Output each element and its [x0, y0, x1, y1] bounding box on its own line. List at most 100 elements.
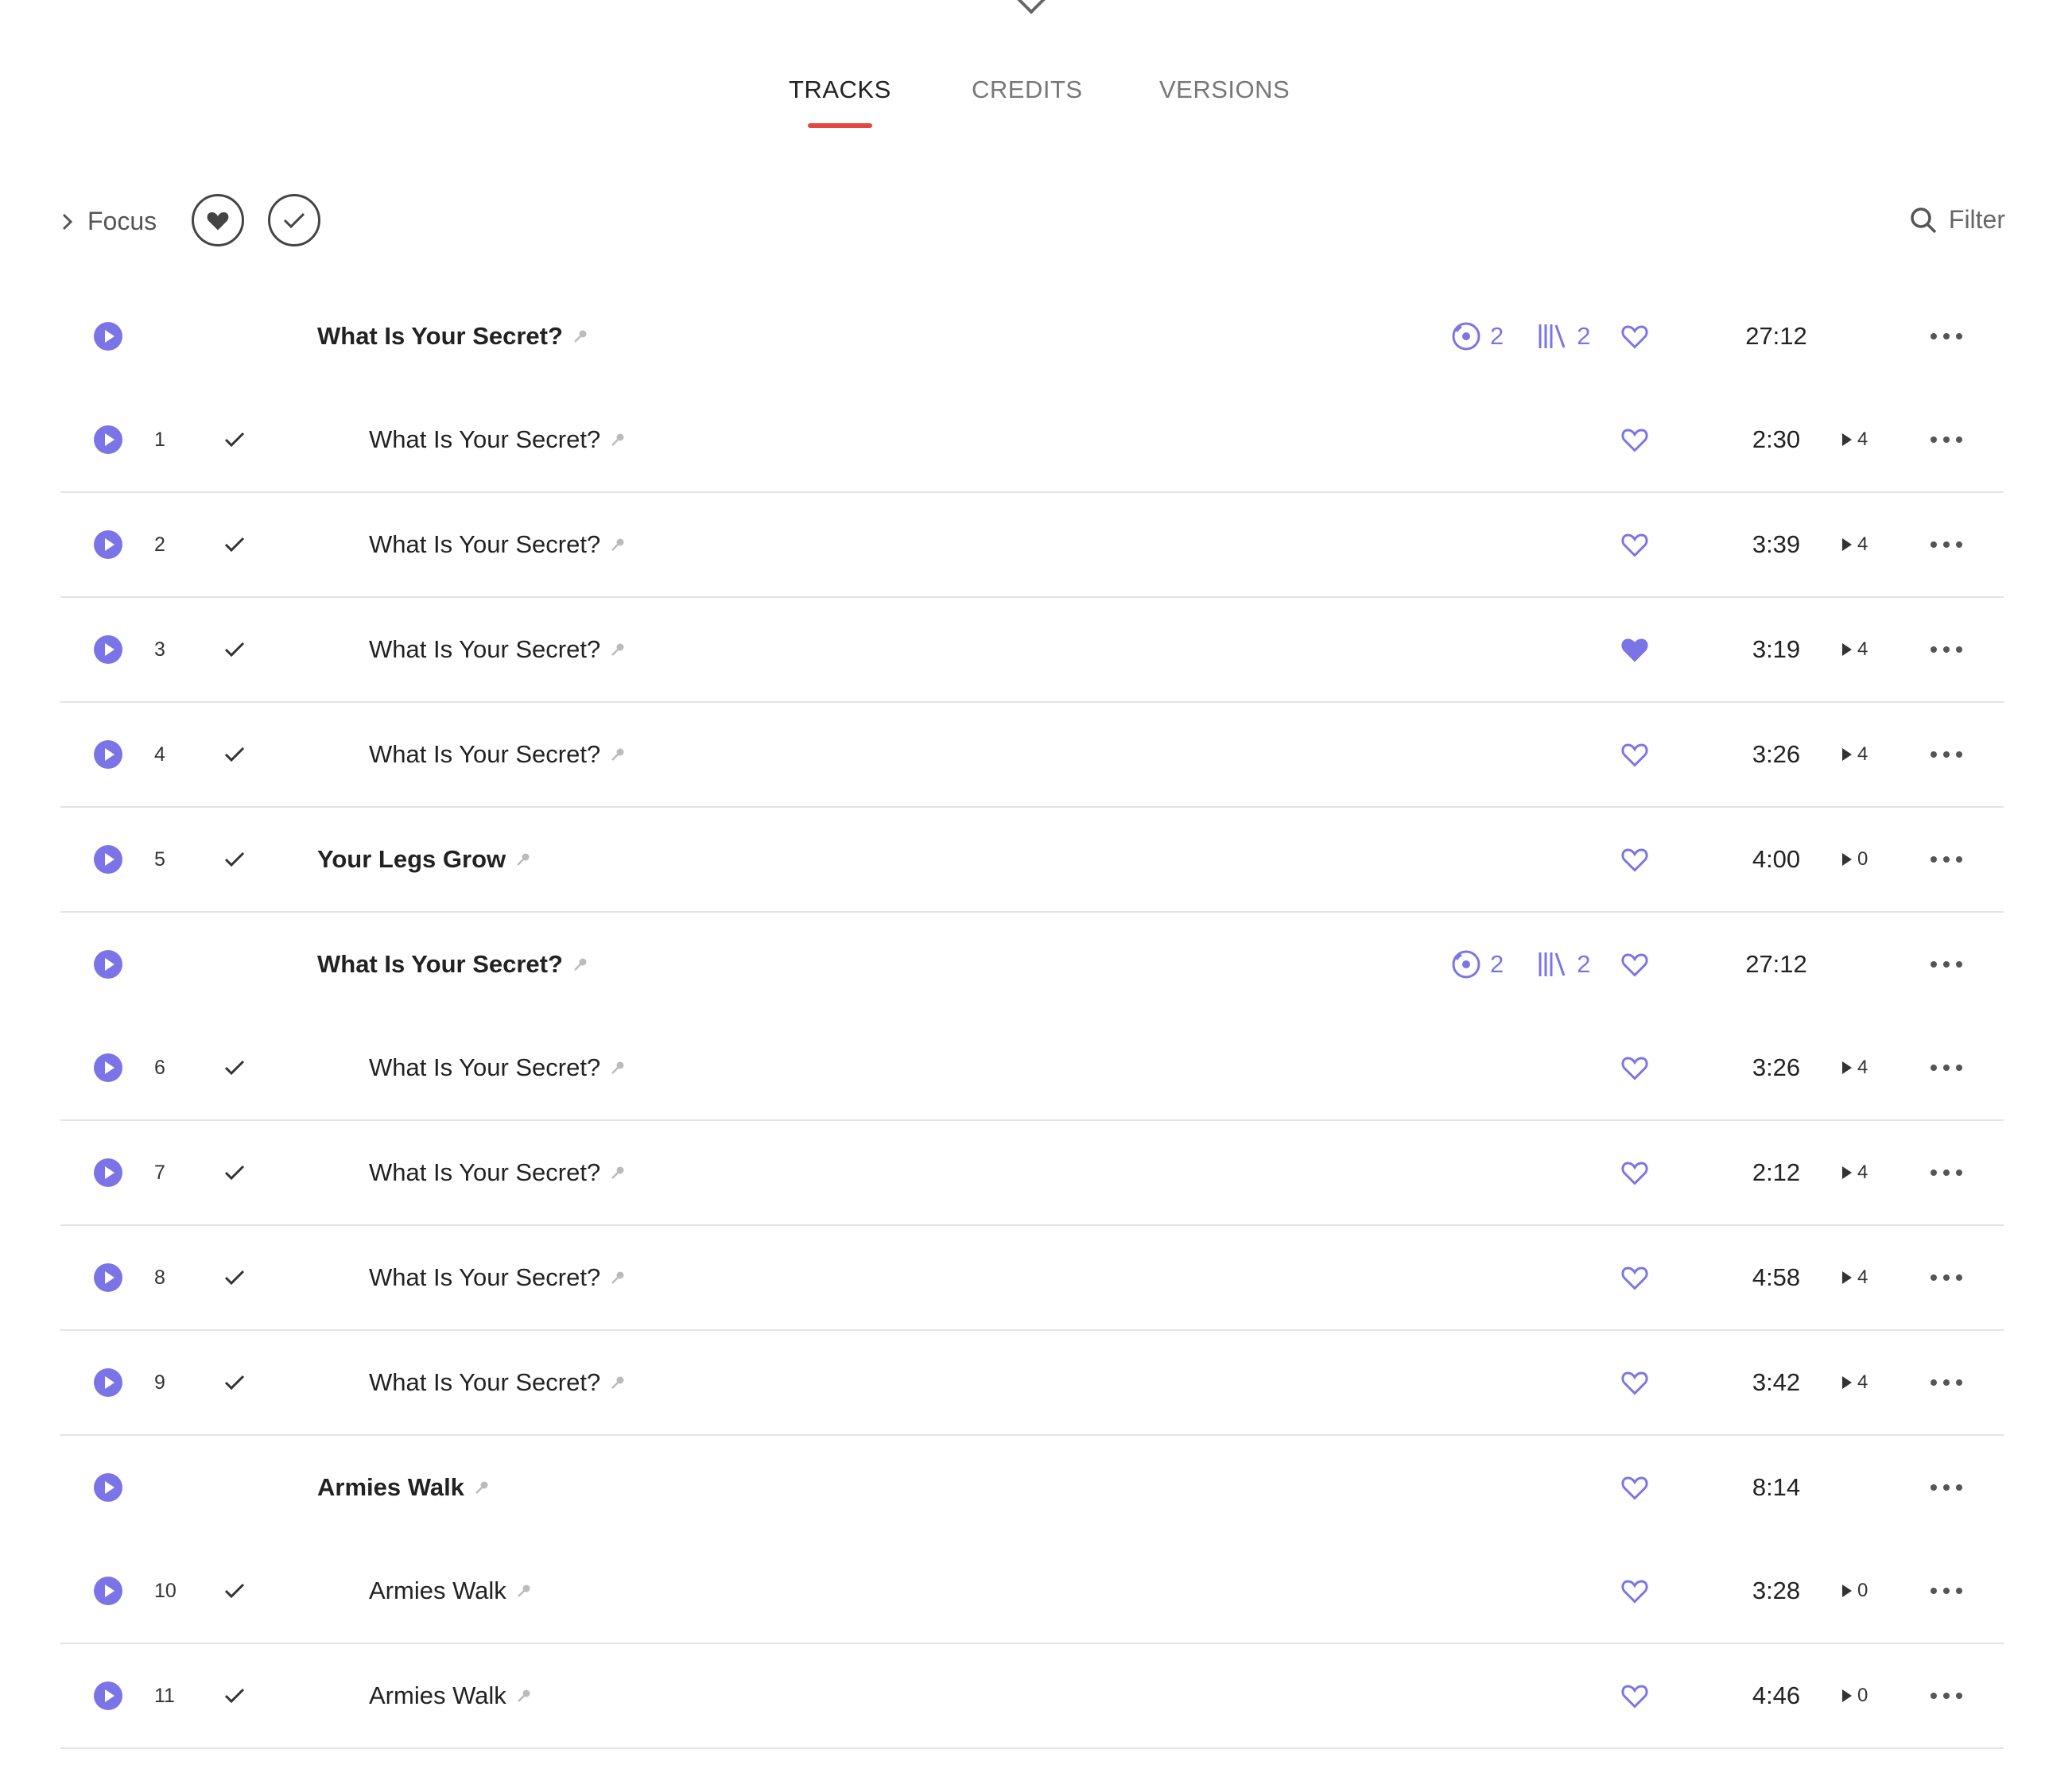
play-icon[interactable]: [94, 635, 122, 664]
track-title[interactable]: What Is Your Secret?: [369, 388, 626, 491]
track-row[interactable]: 7 What Is Your Secret? 2:12 4: [60, 1121, 2004, 1226]
duration: 3:26: [1752, 740, 1801, 768]
favorite-button[interactable]: [1620, 598, 1649, 701]
play-icon[interactable]: [94, 1053, 122, 1082]
track-row[interactable]: 6 What Is Your Secret? 3:26 4: [60, 1016, 2004, 1121]
play-icon[interactable]: [94, 322, 122, 351]
album-group-row[interactable]: Armies Walk 8:14: [60, 1436, 2004, 1539]
track-row[interactable]: 4 What Is Your Secret? 3:26 4: [60, 703, 2004, 808]
track-title[interactable]: What Is Your Secret?: [369, 1226, 626, 1329]
play-count: 0: [1841, 808, 1868, 911]
tab-versions[interactable]: VERSIONS: [1159, 76, 1290, 104]
check-icon: [224, 747, 245, 762]
microphone-icon: [516, 1583, 532, 1599]
favorite-button[interactable]: [1620, 1331, 1649, 1434]
track-title[interactable]: Armies Walk: [369, 1539, 532, 1643]
play-count: 0: [1841, 1644, 1868, 1747]
tab-tracks[interactable]: TRACKS: [789, 76, 891, 128]
play-icon[interactable]: [94, 425, 122, 454]
favorite-button[interactable]: [1620, 285, 1649, 388]
play-icon[interactable]: [94, 530, 122, 559]
favorite-button[interactable]: [1620, 388, 1649, 491]
more-options-icon[interactable]: [1931, 1016, 1962, 1119]
track-row[interactable]: 3 What Is Your Secret? 3:19 4: [60, 598, 2004, 703]
track-row[interactable]: 10 Armies Walk 3:28 0: [60, 1539, 2004, 1644]
filter-button[interactable]: Filter: [1909, 205, 2005, 235]
track-title[interactable]: What Is Your Secret?: [369, 1016, 626, 1119]
play-cell: [94, 1016, 122, 1119]
title-text: What Is Your Secret?: [317, 950, 563, 978]
favorite-button[interactable]: [1620, 1016, 1649, 1119]
play-count-value: 4: [1857, 1371, 1868, 1393]
favorite-button[interactable]: [1620, 1226, 1649, 1329]
favorite-button[interactable]: [1620, 1121, 1649, 1224]
more-options-icon[interactable]: [1931, 1331, 1962, 1434]
more-options-icon[interactable]: [1931, 1436, 1962, 1539]
favorite-button[interactable]: [1620, 1644, 1649, 1747]
track-number: 2: [154, 533, 165, 556]
more-options-icon[interactable]: [1931, 703, 1962, 806]
tab-credits[interactable]: CREDITS: [972, 76, 1083, 104]
play-icon[interactable]: [94, 1263, 122, 1292]
play-triangle-icon: [1842, 1061, 1852, 1074]
check-icon: [224, 537, 245, 553]
more-options-icon[interactable]: [1931, 285, 1962, 388]
more-options-icon[interactable]: [1931, 598, 1962, 701]
favorites-filter-button[interactable]: [192, 194, 244, 246]
duration: 3:42: [1752, 1368, 1801, 1396]
track-row[interactable]: 2 What Is Your Secret? 3:39 4: [60, 493, 2004, 598]
track-title[interactable]: What Is Your Secret?: [369, 703, 626, 806]
play-icon[interactable]: [94, 845, 122, 874]
more-options-icon[interactable]: [1931, 1121, 1962, 1224]
play-count: 4: [1841, 1016, 1868, 1119]
heart-outline-icon: [1621, 743, 1648, 767]
track-title[interactable]: Armies Walk: [369, 1644, 532, 1747]
play-count: 4: [1841, 1331, 1868, 1434]
duration: 3:39: [1752, 530, 1801, 558]
track-row[interactable]: 11 Armies Walk 4:46 0: [60, 1644, 2004, 1749]
favorite-button[interactable]: [1620, 493, 1649, 596]
duration: 27:12: [1745, 322, 1807, 350]
track-row[interactable]: 8 What Is Your Secret? 4:58 4: [60, 1226, 2004, 1331]
toolbar: Focus Filter: [0, 191, 2045, 254]
collapse-chevron-icon[interactable]: [1015, 0, 1047, 14]
track-row[interactable]: 1 What Is Your Secret? 2:30 4: [60, 388, 2004, 493]
more-options-icon[interactable]: [1931, 493, 1962, 596]
collected-filter-button[interactable]: [268, 194, 320, 246]
more-options-icon[interactable]: [1931, 388, 1962, 491]
favorite-button[interactable]: [1620, 703, 1649, 806]
focus-toggle[interactable]: Focus: [60, 207, 157, 236]
track-title[interactable]: What Is Your Secret?: [369, 598, 626, 701]
play-icon[interactable]: [94, 1473, 122, 1502]
track-row[interactable]: 9 What Is Your Secret? 3:42 4: [60, 1331, 2004, 1436]
more-options-icon[interactable]: [1931, 1226, 1962, 1329]
search-icon: [1911, 207, 1937, 233]
favorite-button[interactable]: [1620, 1539, 1649, 1643]
track-title[interactable]: Your Legs Grow: [317, 808, 531, 911]
track-title[interactable]: What Is Your Secret?: [317, 913, 588, 1016]
favorite-button[interactable]: [1620, 1436, 1649, 1539]
track-title[interactable]: Armies Walk: [317, 1436, 490, 1539]
favorite-button[interactable]: [1620, 913, 1649, 1016]
more-options-icon[interactable]: [1931, 1644, 1962, 1747]
heart-outline-icon: [1621, 1162, 1648, 1185]
play-icon[interactable]: [94, 1158, 122, 1187]
play-icon[interactable]: [94, 1368, 122, 1397]
favorite-button[interactable]: [1620, 808, 1649, 911]
track-title[interactable]: What Is Your Secret?: [369, 1331, 626, 1434]
play-icon[interactable]: [94, 740, 122, 769]
track-title[interactable]: What Is Your Secret?: [317, 285, 588, 388]
play-icon[interactable]: [94, 1681, 122, 1710]
track-title[interactable]: What Is Your Secret?: [369, 1121, 626, 1224]
track-number: 10: [154, 1579, 177, 1602]
more-options-icon[interactable]: [1931, 808, 1962, 911]
heart-outline-icon: [1621, 429, 1648, 452]
track-title[interactable]: What Is Your Secret?: [369, 493, 626, 596]
more-options-icon[interactable]: [1931, 913, 1962, 1016]
play-icon[interactable]: [94, 950, 122, 979]
album-group-row[interactable]: What Is Your Secret? 2 2 27:12: [60, 285, 2004, 388]
more-options-icon[interactable]: [1931, 1539, 1962, 1643]
play-icon[interactable]: [94, 1577, 122, 1605]
track-row[interactable]: 5 Your Legs Grow 4:00 0: [60, 808, 2004, 913]
album-group-row[interactable]: What Is Your Secret? 2 2 27:12: [60, 913, 2004, 1016]
